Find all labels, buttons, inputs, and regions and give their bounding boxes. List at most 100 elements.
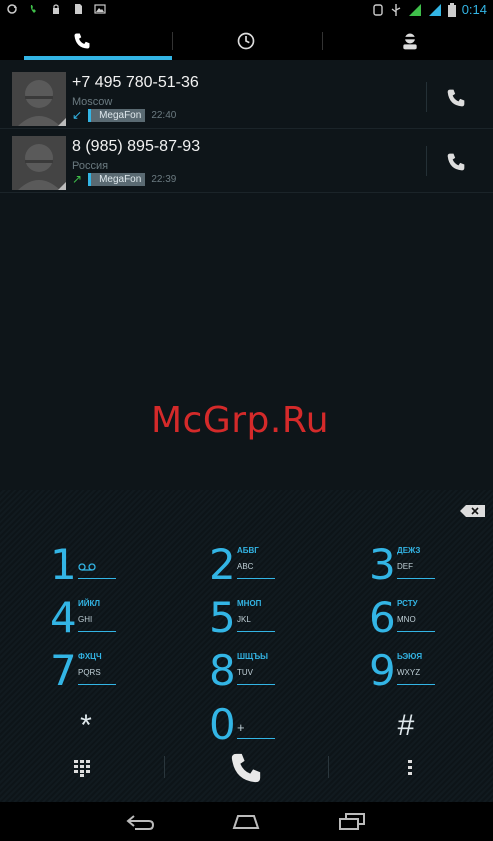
key-underline: [397, 578, 435, 579]
dialpad-toggle-button[interactable]: [62, 748, 102, 788]
call-number: +7 495 780-51-36: [72, 74, 199, 91]
recent-apps-icon: [339, 813, 365, 830]
key-letters-latin: TUV: [237, 668, 253, 677]
key-digit: 2: [209, 540, 236, 589]
key-9[interactable]: 9 ЬЭЮЯ WXYZ: [369, 646, 493, 696]
key-letters-cyrillic: ШЩЪЫ: [237, 652, 268, 661]
overflow-menu-icon: [408, 760, 412, 775]
key-letters-cyrillic: ФХЦЧ: [78, 652, 102, 661]
key-3[interactable]: 3 ДЕЖЗ DEF: [369, 540, 493, 590]
key-letters-cyrillic: МНОП: [237, 599, 262, 608]
call-meta: ↗ MegaFon 22:39: [72, 172, 176, 186]
clock-icon: [237, 32, 255, 50]
key-5[interactable]: 5 МНОП JKL: [209, 593, 339, 643]
dial-action-bar: [0, 738, 493, 798]
sim-badge: MegaFon: [88, 108, 146, 122]
key-letters-latin: GHI: [78, 615, 93, 624]
row-divider: [426, 146, 427, 176]
row-divider: [426, 82, 427, 112]
key-2[interactable]: 2 АБВГ ABC: [209, 540, 339, 590]
key-letters-cyrillic: РСТУ: [397, 599, 418, 608]
call-icon: [231, 753, 261, 783]
phone-icon: [74, 33, 90, 49]
key-letters-latin: WXYZ: [397, 668, 421, 677]
delete-button[interactable]: [460, 504, 486, 518]
clock: 0:14: [461, 2, 487, 17]
call-back-button[interactable]: [442, 148, 470, 176]
avatar[interactable]: [12, 72, 66, 126]
signal-icon: [408, 3, 421, 16]
key-underline: [397, 684, 435, 685]
avatar[interactable]: [12, 136, 66, 190]
call-location: Россия: [72, 160, 109, 172]
back-icon: [126, 815, 155, 830]
status-bar: 0:14: [0, 0, 493, 22]
tab-recent[interactable]: [164, 22, 328, 60]
key-digit: 5: [209, 593, 236, 642]
avatar-corner: [58, 118, 66, 126]
sd-card-icon: [75, 4, 82, 14]
voicemail-icon: [78, 563, 96, 571]
key-letters-cyrillic: ДЕЖЗ: [397, 546, 421, 555]
watermark: McGrp.Ru: [151, 400, 330, 441]
key-underline: [78, 578, 116, 579]
contact-icon: [403, 33, 417, 50]
action-divider: [328, 756, 329, 778]
key-digit: 6: [369, 593, 396, 642]
key-underline: [397, 631, 435, 632]
key-6[interactable]: 6 РСТУ MNO: [369, 593, 493, 643]
key-4[interactable]: 4 ИЙКЛ GHI: [50, 593, 180, 643]
incoming-call-icon: ↙: [72, 108, 83, 122]
back-button[interactable]: [120, 808, 160, 836]
usb-icon: [391, 3, 401, 16]
call-log-row[interactable]: +7 495 780-51-36 Moscow ↙ MegaFon 22:40: [0, 66, 493, 129]
key-underline: [237, 631, 275, 632]
phone-icon: [447, 153, 465, 171]
sync-icon: [7, 4, 17, 14]
key-letters-latin: MNO: [397, 615, 416, 624]
key-letters-latin: DEF: [397, 562, 413, 571]
key-digit: 7: [50, 646, 77, 695]
call-back-button[interactable]: [442, 84, 470, 112]
key-letters-latin: JKL: [237, 615, 251, 624]
key-letters-latin: PQRS: [78, 668, 101, 677]
call-number: 8 (985) 895-87-93: [72, 138, 201, 155]
key-digit: 4: [50, 593, 77, 642]
recent-apps-button[interactable]: [332, 808, 372, 836]
key-plus: +: [237, 720, 245, 735]
key-digit: 3: [369, 540, 396, 589]
overflow-menu-button[interactable]: [390, 748, 430, 788]
tab-phone[interactable]: [0, 22, 164, 60]
phone-activity-icon: [30, 5, 36, 13]
key-1[interactable]: 1: [50, 540, 180, 590]
key-letters-latin: ABC: [237, 562, 254, 571]
phone-icon: [447, 89, 465, 107]
key-letters-cyrillic: АБВГ: [237, 546, 259, 555]
key-underline: [78, 631, 116, 632]
key-digit: 1: [50, 540, 77, 589]
avatar-corner: [58, 182, 66, 190]
dialpad: 1 2 АБВГ ABC 3 ДЕЖЗ DEF 4 ИЙКЛ GHI 5 МНО…: [0, 490, 493, 802]
call-location: Moscow: [72, 96, 113, 108]
key-digit: 8: [209, 646, 236, 695]
call-meta: ↙ MegaFon 22:40: [72, 108, 176, 122]
home-button[interactable]: [226, 808, 266, 836]
key-letters-cyrillic: ЬЭЮЯ: [397, 652, 423, 661]
key-underline: [237, 684, 275, 685]
key-underline: [78, 684, 116, 685]
call-log-row[interactable]: 8 (985) 895-87-93 Россия ↗ MegaFon 22:39: [0, 130, 493, 193]
key-letters-cyrillic: ИЙКЛ: [78, 599, 100, 608]
key-underline: [237, 578, 275, 579]
dialpad-grid-icon: [74, 760, 90, 777]
key-8[interactable]: 8 ШЩЪЫ TUV: [209, 646, 339, 696]
key-digit: 9: [369, 646, 396, 695]
status-left-icons: [6, 3, 106, 15]
sim-badge: MegaFon: [88, 172, 146, 186]
signal-icon: [428, 3, 441, 16]
action-divider: [164, 756, 165, 778]
call-button[interactable]: [226, 748, 266, 788]
tab-contacts[interactable]: [328, 22, 492, 60]
navigation-bar: [0, 802, 493, 841]
key-7[interactable]: 7 ФХЦЧ PQRS: [50, 646, 180, 696]
call-time: 22:39: [151, 173, 177, 185]
